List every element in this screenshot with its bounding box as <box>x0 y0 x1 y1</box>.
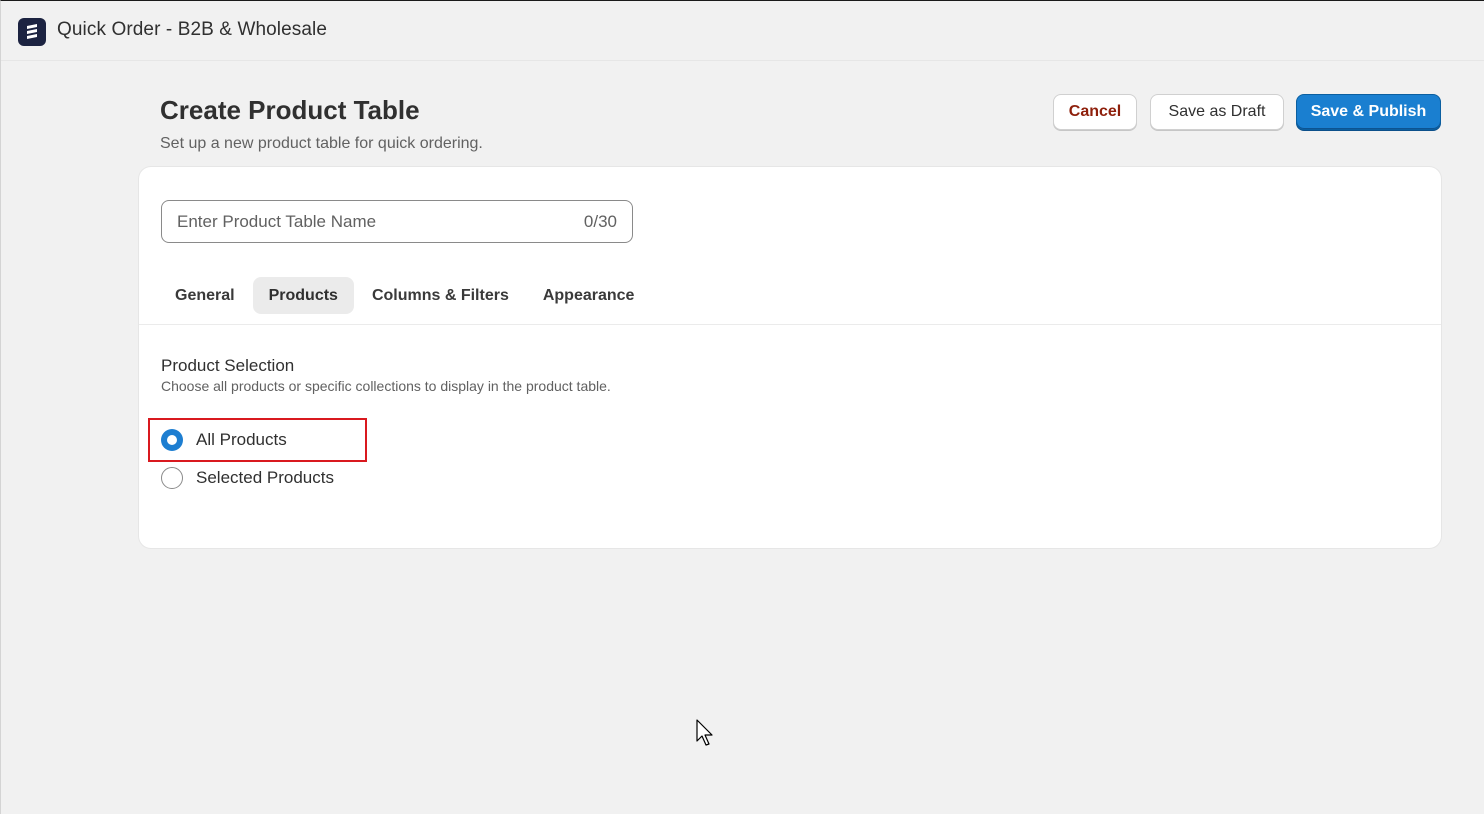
save-draft-button[interactable]: Save as Draft <box>1150 94 1284 130</box>
tab-products[interactable]: Products <box>252 277 354 314</box>
tab-divider <box>139 324 1441 325</box>
page-subtitle: Set up a new product table for quick ord… <box>160 135 483 152</box>
table-name-field[interactable]: 0/30 <box>161 200 633 243</box>
stack-logo-icon <box>18 18 46 46</box>
cancel-button[interactable]: Cancel <box>1053 94 1137 130</box>
radio-button-unchecked[interactable] <box>161 467 183 489</box>
page-title: Create Product Table <box>160 95 420 125</box>
radio-label-selected-products: Selected Products <box>196 468 334 487</box>
char-counter: 0/30 <box>583 211 617 231</box>
save-publish-button[interactable]: Save & Publish <box>1296 94 1441 130</box>
mouse-cursor-icon <box>696 719 713 746</box>
app-title: Quick Order - B2B & Wholesale <box>57 19 328 40</box>
tab-bar: General Products Columns & Filters Appea… <box>159 277 650 314</box>
tab-columns-filters[interactable]: Columns & Filters <box>356 277 525 314</box>
table-name-input[interactable] <box>177 211 584 232</box>
radio-selected-products[interactable]: Selected Products <box>161 467 334 489</box>
tab-general[interactable]: General <box>159 277 251 314</box>
app-header: Quick Order - B2B & Wholesale <box>1 1 1484 61</box>
tab-appearance[interactable]: Appearance <box>527 277 651 314</box>
section-title: Product Selection <box>161 356 295 375</box>
section-description: Choose all products or specific collecti… <box>161 378 611 394</box>
product-table-card: 0/30 General Products Columns & Filters … <box>139 167 1441 548</box>
app-window: Quick Order - B2B & Wholesale Create Pro… <box>0 0 1484 814</box>
highlight-annotation <box>148 418 367 462</box>
